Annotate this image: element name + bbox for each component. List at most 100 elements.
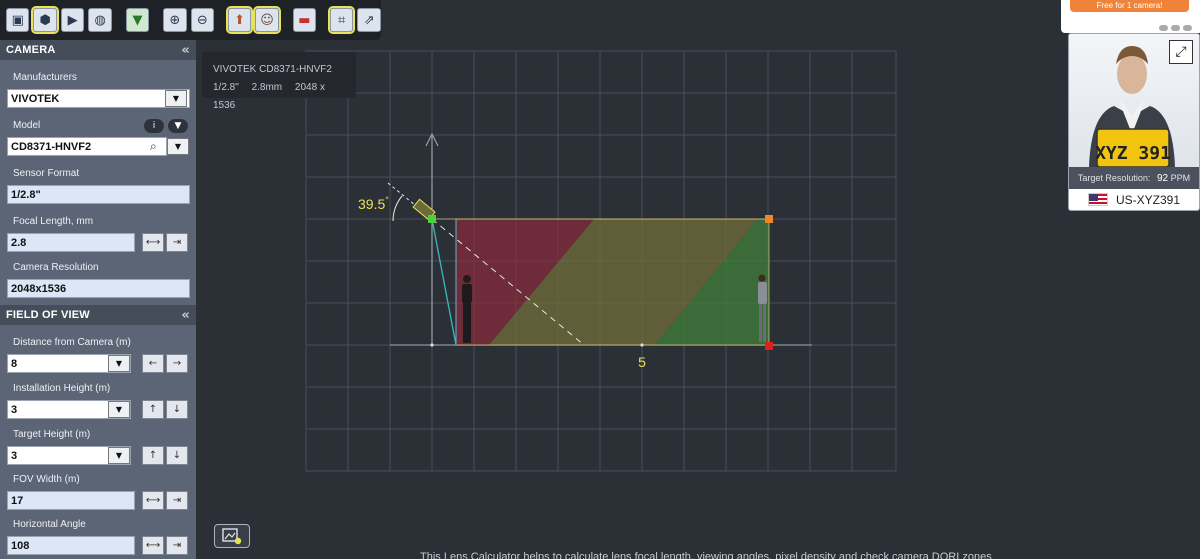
far-bottom-handle (765, 342, 773, 350)
target-height-value: 3 (11, 449, 18, 462)
focal-field[interactable]: 2.8 (7, 233, 135, 252)
share-icon[interactable]: ⇗ (357, 8, 381, 32)
model-input[interactable]: CD8371-HNVF2 (7, 137, 167, 156)
far-top-handle (765, 215, 773, 223)
arrow-down-icon[interactable]: ↓ (166, 400, 188, 419)
install-height-dropdown-icon[interactable]: ▼ (108, 401, 130, 418)
install-height-label: Installation Height (m) (13, 383, 111, 394)
footer-description: This Lens Calculator helps to calculate … (420, 551, 992, 559)
fov-width-label: FOV Width (m) (13, 474, 80, 485)
sphere-icon[interactable]: ◍ (88, 8, 112, 32)
model-dropdown-icon[interactable]: ▼ (167, 138, 189, 155)
hangle-value: 108 (11, 539, 30, 552)
car-icon[interactable]: ▬ (292, 8, 317, 32)
resolution-label: Camera Resolution (13, 262, 99, 273)
camera-tooltip: VIVOTEK CD8371-HNVF2 1/2.8" 2.8mm 2048 x… (202, 52, 356, 111)
near-person-figure (462, 275, 472, 343)
collapse-icon[interactable]: « (181, 43, 190, 58)
resolution-value: 2048x1536 (11, 282, 67, 295)
manufacturer-select[interactable]: VIVOTEK (7, 89, 190, 108)
widen-icon[interactable]: ⟷ (142, 233, 164, 252)
scene-canvas[interactable]: 39.5° 5 (196, 40, 1060, 559)
model-label: Model (13, 120, 41, 131)
narrow-icon[interactable]: ⇥ (166, 233, 188, 252)
hangle-label: Horizontal Angle (13, 519, 86, 530)
tooltip-sensor: 1/2.8" (213, 82, 239, 93)
fov-width-value: 17 (11, 494, 24, 507)
distance-value: 8 (11, 357, 18, 370)
focal-value: 2.8 (11, 236, 27, 249)
plate-selector[interactable]: US-XYZ391 (1069, 189, 1199, 210)
hangle-field[interactable]: 108 (7, 536, 135, 555)
target-down-icon[interactable]: ↓ (166, 446, 188, 465)
filter-icon[interactable]: ▼ (168, 119, 188, 133)
mid-point (640, 343, 644, 347)
tooltip-focal: 2.8mm (251, 82, 283, 93)
carousel-dots (1159, 25, 1192, 31)
install-height-value: 3 (11, 403, 18, 416)
fov-widen-icon[interactable]: ⟷ (142, 491, 164, 510)
distance-dropdown-icon[interactable]: ▼ (108, 355, 130, 372)
degree-symbol: ° (385, 195, 389, 205)
marker-icon[interactable]: ▼ (125, 8, 150, 32)
zoom-in-icon[interactable]: ⊕ (163, 8, 187, 32)
map-home-button[interactable] (214, 524, 250, 548)
target-resolution-unit: PPM (1170, 173, 1191, 183)
focal-label: Focal Length, mm (13, 216, 94, 227)
fov-section-title: FIELD OF VIEW (6, 309, 90, 321)
target-resolution-value: 92 (1156, 173, 1169, 184)
target-resolution-label: Target Resolution: (1077, 173, 1151, 183)
tilt-angle-value: 39.5 (358, 196, 385, 212)
sensor-field[interactable]: 1/2.8" (7, 185, 190, 204)
target-height-dropdown-icon[interactable]: ▼ (108, 447, 130, 464)
plate-image-text: XYZ 391 (1095, 143, 1171, 164)
distance-marker-text: 5 (638, 354, 646, 370)
angle-arc (392, 195, 403, 222)
video-camera-icon[interactable]: ▶ (60, 8, 85, 32)
target-resolution-card: XYZ 391 ⤢ Target Resolution: 92 PPM US-X… (1068, 33, 1200, 211)
plate-number: US-XYZ391 (1115, 192, 1181, 207)
cube-icon[interactable]: ▣ (6, 8, 30, 32)
info-glyph: i (152, 121, 156, 131)
ground-point (430, 343, 434, 347)
settings-panel: CAMERA « Manufacturers VIVOTEK ▼ Model i… (0, 40, 196, 559)
resolution-field[interactable]: 2048x1536 (7, 279, 190, 298)
promo-button[interactable]: Free for 1 camera! (1070, 0, 1189, 12)
main-toolbar: ▣ ⬢ ▶ ◍ ▼ ⊕ ⊖ ⬆ ☺ ▬ ⌗ ⇗ (0, 0, 381, 40)
search-icon[interactable]: ⌕ (150, 139, 157, 154)
person-up-icon[interactable]: ⬆ (225, 6, 254, 34)
target-resolution-line: Target Resolution: 92 PPM (1069, 167, 1199, 189)
sensor-value: 1/2.8" (11, 188, 41, 201)
arrow-up-icon[interactable]: ↑ (142, 400, 164, 419)
map-home-icon (222, 528, 242, 545)
expand-icon[interactable]: ⤢ (1169, 40, 1193, 64)
hangle-widen-icon[interactable]: ⟷ (142, 536, 164, 555)
camera-section-header[interactable]: CAMERA « (0, 40, 196, 60)
zoom-out-icon[interactable]: ⊖ (190, 8, 214, 32)
target-height-label: Target Height (m) (13, 429, 91, 440)
sensor-label: Sensor Format (13, 168, 80, 179)
person-icon[interactable]: ☺ (253, 6, 281, 34)
camera-handle (428, 215, 436, 223)
blind-zone-line (431, 218, 457, 346)
fov-narrow-icon[interactable]: ⇥ (166, 491, 188, 510)
box-icon[interactable]: ⬢ (31, 6, 59, 34)
crop-icon[interactable]: ⌗ (327, 6, 356, 34)
fov-width-field[interactable]: 17 (7, 491, 135, 510)
chevron-down-icon[interactable]: ▼ (165, 90, 187, 107)
collapse-fov-icon[interactable]: « (181, 308, 190, 323)
manufacturer-value: VIVOTEK (11, 92, 60, 105)
hangle-narrow-icon[interactable]: ⇥ (166, 536, 188, 555)
distance-label: Distance from Camera (m) (13, 337, 131, 348)
model-value: CD8371-HNVF2 (11, 140, 92, 153)
target-photo: XYZ 391 ⤢ (1069, 34, 1199, 167)
fov-section-header[interactable]: FIELD OF VIEW « (0, 305, 196, 325)
tilt-angle-text: 39.5° (358, 195, 389, 212)
us-flag-icon (1087, 193, 1108, 206)
tooltip-title: VIVOTEK CD8371-HNVF2 (213, 64, 332, 75)
promo-banner: Free for 1 camera! (1061, 0, 1200, 33)
target-up-icon[interactable]: ↑ (142, 446, 164, 465)
arrow-right-icon[interactable]: → (166, 354, 188, 373)
arrow-left-icon[interactable]: ← (142, 354, 164, 373)
info-icon[interactable]: i (144, 119, 164, 133)
